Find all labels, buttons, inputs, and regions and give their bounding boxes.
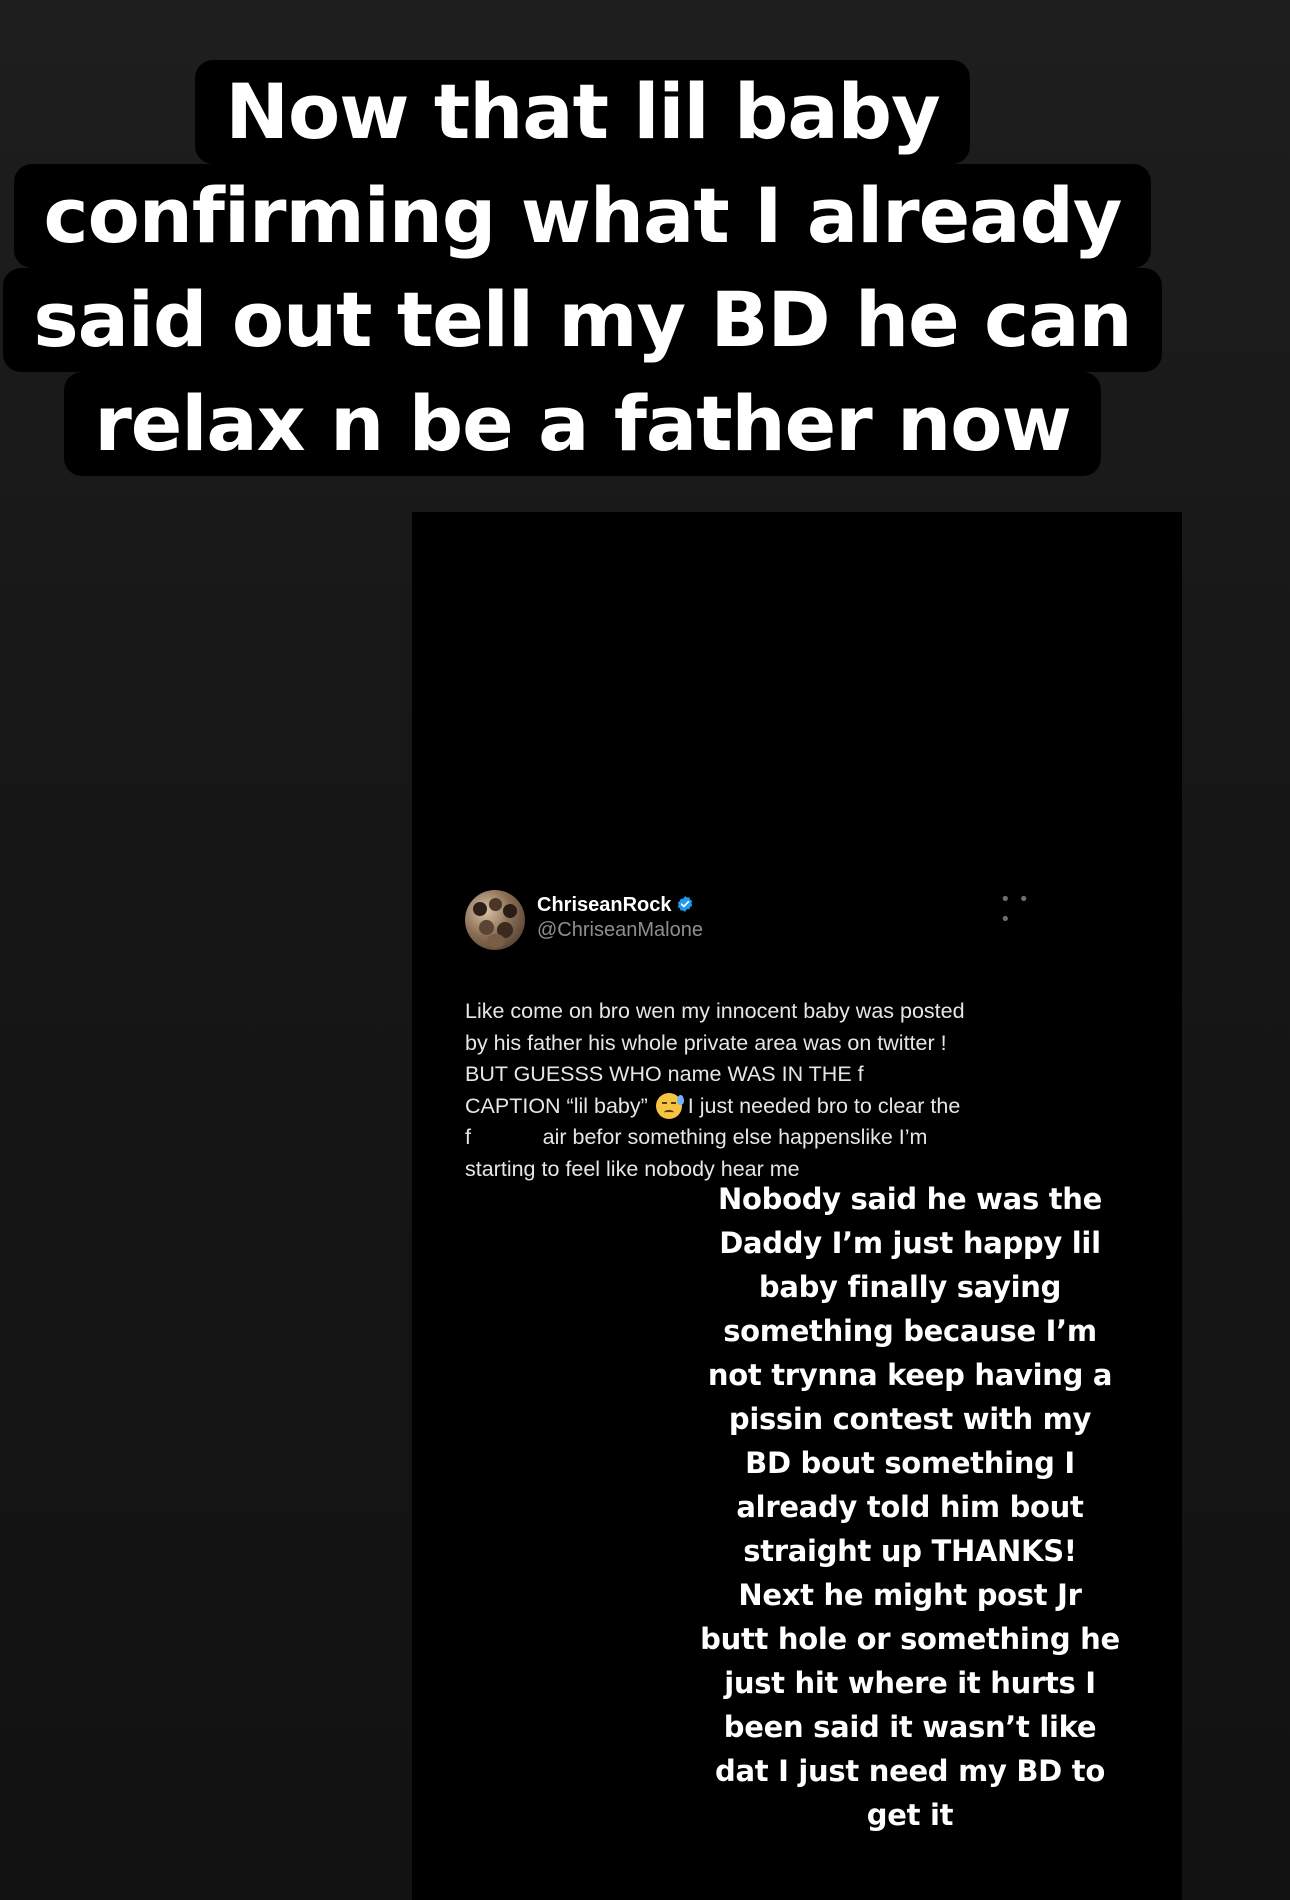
story-text-line: get it	[866, 1798, 954, 1832]
story-text-line: BD bout something I	[745, 1446, 1075, 1480]
story-text-line: something because I’m	[723, 1314, 1097, 1348]
story-text-line: baby finally saying	[758, 1270, 1062, 1304]
tweet-body: Like come on bro wen my innocent baby wa…	[465, 996, 1045, 1185]
tweet-text-line: Like come on bro wen my innocent baby wa…	[465, 999, 965, 1023]
caption-line: confirming what I already	[13, 164, 1152, 268]
story-text-line: already told him bout	[736, 1490, 1084, 1524]
tweet-author-name[interactable]: ChriseanRock	[537, 894, 694, 917]
story-text-line: Nobody said he was the	[718, 1182, 1102, 1216]
story-caption: Now that lil baby confirming what I alre…	[0, 60, 1165, 476]
tweet-text-line-with-emoji: CAPTION “lil baby” I just needed bro to …	[465, 1091, 1045, 1123]
story-overlay-text: Nobody said he was the Daddy I’m just ha…	[700, 1177, 1120, 1837]
caption-line: relax n be a father now	[64, 372, 1101, 476]
tweet-header: ChriseanRock @ChriseanMalone • • •	[465, 890, 1045, 952]
tweet-author-handle[interactable]: @ChriseanMalone	[537, 919, 703, 942]
tweet-text-segment: CAPTION “lil baby”	[465, 1093, 648, 1118]
avatar[interactable]	[465, 890, 525, 950]
story-text-line: straight up THANKS!	[743, 1534, 1077, 1568]
story-text-line: pissin contest with my	[728, 1402, 1092, 1436]
caption-line: said out tell my BD he can	[3, 268, 1162, 372]
caption-line: Now that lil baby	[195, 60, 970, 164]
tweet-text-line: by his father his whole private area was…	[465, 1030, 947, 1055]
verified-badge-icon	[677, 896, 692, 912]
tweet-text-segment: I just needed bro to clear the	[687, 1093, 961, 1118]
anxious-face-with-sweat-emoji-icon	[655, 1092, 684, 1119]
tweet-text-line: BUT GUESSS WHO name WAS IN THE f	[465, 1062, 864, 1086]
story-text-line: dat I just need my BD to	[715, 1754, 1105, 1788]
story-text-line: been said it wasn’t like	[723, 1710, 1097, 1744]
story-text-line: Daddy I’m just happy lil	[719, 1226, 1101, 1260]
tweet-author-name-text: ChriseanRock	[537, 894, 672, 916]
story-text-line: just hit where it hurts I	[724, 1666, 1096, 1700]
story-text-line: not trynna keep having a	[707, 1358, 1113, 1392]
story-text-line: Next he might post Jr	[738, 1578, 1082, 1612]
tweet-card: ChriseanRock @ChriseanMalone • • • Like …	[465, 890, 1045, 1185]
tweet-text-line: f air befor something else happenslike I…	[465, 1125, 928, 1149]
story-text-line: butt hole or something he	[700, 1622, 1120, 1656]
more-horizontal-icon[interactable]: • • •	[1000, 890, 1032, 930]
